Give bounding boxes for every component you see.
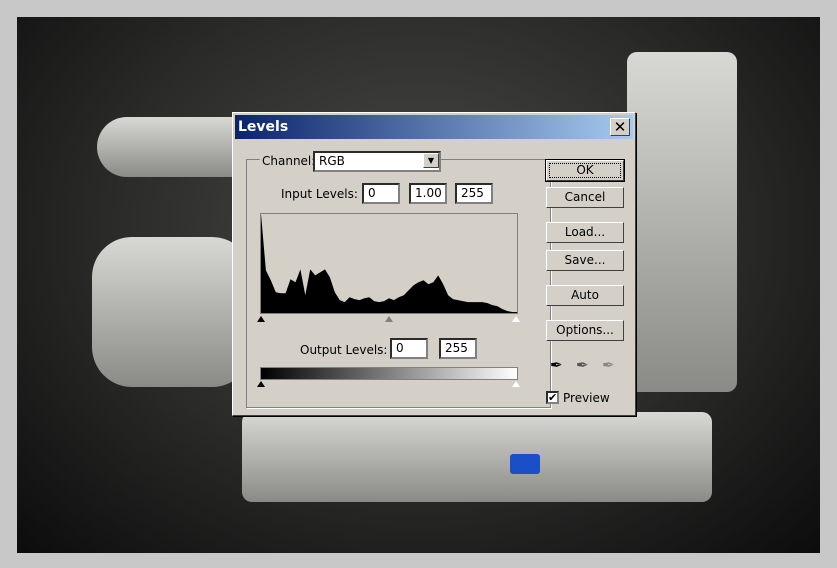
histogram-graph xyxy=(261,214,517,313)
output-gradient-bar xyxy=(260,367,518,380)
input-black-slider[interactable] xyxy=(257,316,265,322)
blue-latch xyxy=(510,454,540,474)
channel-select[interactable]: RGB ▼ xyxy=(313,151,441,172)
load-button[interactable]: Load... xyxy=(546,222,624,243)
camera-body-shape xyxy=(627,52,737,392)
chevron-down-icon[interactable]: ▼ xyxy=(423,153,439,168)
dialog-title: Levels xyxy=(238,119,289,135)
black-eyedropper-icon[interactable]: ✒ xyxy=(550,356,563,374)
input-black-field[interactable]: 0 xyxy=(362,183,400,204)
close-button[interactable]: ✕ xyxy=(610,118,630,136)
gray-eyedropper-icon[interactable]: ✒ xyxy=(576,356,589,374)
base-plate-shape xyxy=(242,412,712,502)
channel-label: Channel: xyxy=(260,154,318,168)
input-gamma-slider[interactable] xyxy=(385,316,393,322)
input-levels-label: Input Levels: xyxy=(281,187,358,201)
output-white-field[interactable]: 255 xyxy=(439,338,477,359)
title-bar[interactable]: Levels ✕ xyxy=(235,115,633,139)
input-white-field[interactable]: 255 xyxy=(455,183,493,204)
white-eyedropper-icon[interactable]: ✒ xyxy=(602,356,615,374)
preview-label: Preview xyxy=(563,391,610,405)
options-button[interactable]: Options... xyxy=(546,320,624,341)
auto-button[interactable]: Auto xyxy=(546,285,624,306)
histogram-fill xyxy=(261,214,517,313)
output-black-slider[interactable] xyxy=(257,381,265,387)
levels-dialog: Levels ✕ Channel: RGB ▼ Input Levels: 0 … xyxy=(232,112,636,416)
preview-checkbox[interactable]: ✔ xyxy=(546,391,559,404)
ok-button[interactable]: OK xyxy=(546,160,624,181)
histogram xyxy=(260,213,518,314)
input-white-slider[interactable] xyxy=(512,316,520,322)
output-white-slider[interactable] xyxy=(512,381,520,387)
channel-value: RGB xyxy=(319,154,345,168)
output-levels-label: Output Levels: xyxy=(300,343,388,357)
lens-shape xyxy=(92,237,252,387)
output-black-field[interactable]: 0 xyxy=(390,338,428,359)
input-gamma-field[interactable]: 1.00 xyxy=(409,183,447,204)
save-button[interactable]: Save... xyxy=(546,250,624,271)
cancel-button[interactable]: Cancel xyxy=(546,187,624,208)
